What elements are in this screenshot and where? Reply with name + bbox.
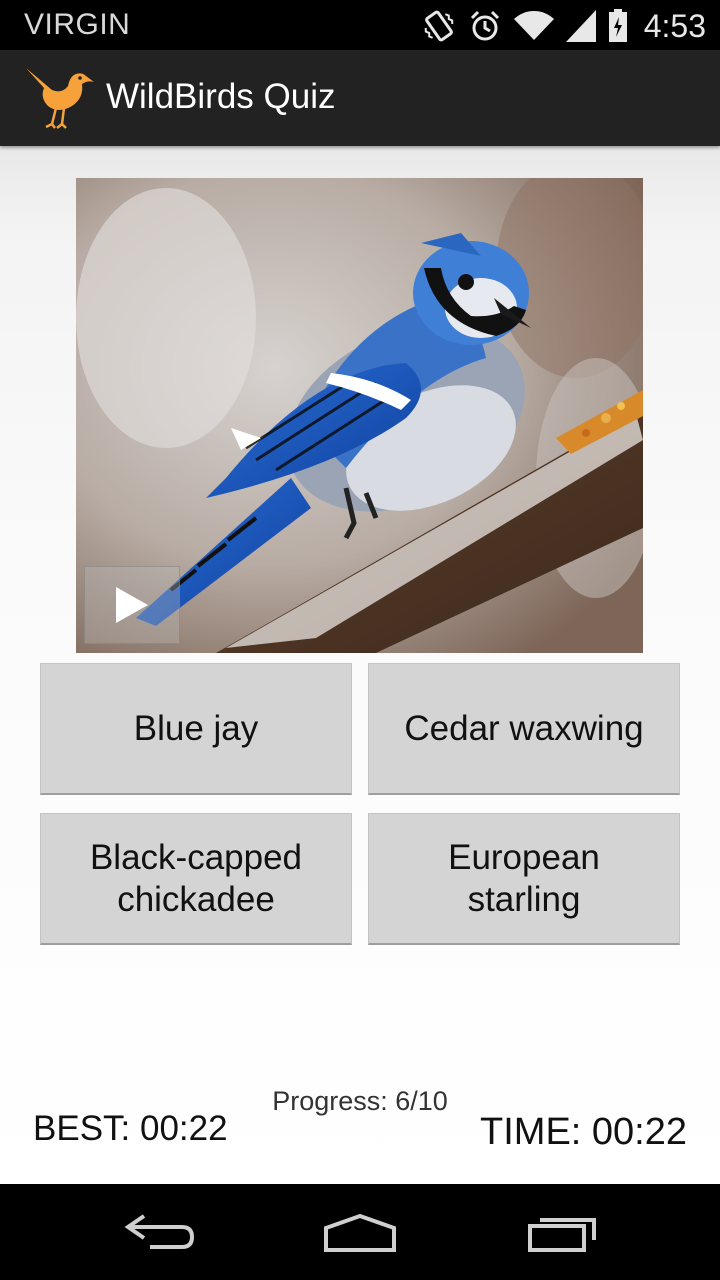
signal-icon [565,10,596,42]
bird-photo [76,178,643,653]
wifi-icon [513,10,554,42]
action-bar: WildBirds Quiz [0,50,720,146]
clock: 4:53 [643,7,706,44]
status-icons: 4:53 [422,6,706,46]
play-sound-button[interactable] [84,566,180,644]
navigation-bar [0,1184,720,1280]
app-title: WildBirds Quiz [106,77,336,116]
answer-label: Blue jay [133,708,259,748]
recents-icon[interactable] [524,1208,604,1261]
answer-label: Black-capped chickadee [89,837,303,919]
battery-icon [608,9,628,43]
answer-button-black-capped-chickadee[interactable]: Black-capped chickadee [40,813,352,945]
answer-button-european-starling[interactable]: European starling [368,813,680,945]
current-time: TIME: 00:22 [480,1111,687,1153]
play-icon [114,585,150,625]
answer-button-blue-jay[interactable]: Blue jay [40,663,352,795]
vibrate-icon [422,8,456,44]
answer-label: European starling [448,837,600,919]
back-icon[interactable] [120,1208,200,1261]
home-icon[interactable] [320,1208,400,1261]
alarm-icon [468,9,502,43]
bird-logo-icon[interactable] [22,64,98,135]
answer-button-cedar-waxwing[interactable]: Cedar waxwing [368,663,680,795]
answer-label: Cedar waxwing [404,708,644,748]
best-time: BEST: 00:22 [33,1109,228,1148]
status-bar: VIRGIN 4:53 [0,0,720,50]
quiz-content: Blue jay Cedar waxwing Black-capped chic… [0,146,720,1184]
carrier-name: VIRGIN [24,8,131,41]
